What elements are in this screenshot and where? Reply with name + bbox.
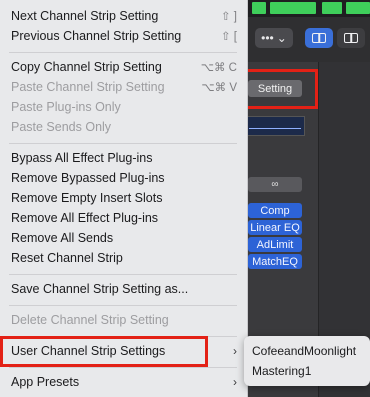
annotation-highlight-setting <box>237 69 318 109</box>
sidebar-view-icon <box>344 33 358 43</box>
plugin-slot-matcheq[interactable]: MatchEQ <box>248 254 302 269</box>
level-meter <box>252 2 266 14</box>
plugin-slot-adlimit[interactable]: AdLimit <box>248 237 302 252</box>
menu-item-save-setting-as[interactable]: Save Channel Strip Setting as... <box>0 279 247 299</box>
ellipsis-icon: ••• <box>261 31 274 45</box>
menu-item-reset-channel-strip[interactable]: Reset Channel Strip <box>0 248 247 268</box>
more-options-button[interactable]: ••• ⌄ <box>255 28 293 48</box>
split-view-icon <box>312 33 326 43</box>
menu-item-paste-setting: Paste Channel Strip Setting ⌥⌘ V <box>11 80 237 94</box>
menu-separator <box>9 143 237 144</box>
link-icon: ∞ <box>271 179 279 190</box>
menu-item-paste-sends-only: Paste Sends Only <box>11 120 112 134</box>
level-meter <box>346 2 370 14</box>
submenu-item-cofeeandmoonlight[interactable]: CofeeandMoonlight <box>252 344 356 358</box>
chevron-down-icon: ⌄ <box>276 31 287 45</box>
plugin-slot-comp[interactable]: Comp <box>248 203 302 218</box>
menu-item-next-setting[interactable]: Next Channel Strip Setting ⇧ ] <box>0 6 247 26</box>
menu-item-remove-all-sends[interactable]: Remove All Sends <box>0 228 247 248</box>
menu-item-copy-setting[interactable]: Copy Channel Strip Setting ⌥⌘ C <box>0 57 247 77</box>
menu-separator <box>9 305 237 306</box>
menu-item-bypass-all-effects[interactable]: Bypass All Effect Plug-ins <box>0 148 247 168</box>
shortcut-label: ⇧ ] <box>220 11 237 23</box>
menu-item-paste-plugins-only: Paste Plug-ins Only <box>11 100 121 114</box>
plugin-slot-linear-eq[interactable]: Linear EQ <box>248 220 302 235</box>
shortcut-label: ⇧ [ <box>220 31 237 43</box>
menu-separator <box>9 367 237 368</box>
annotation-highlight-user-settings <box>0 336 208 367</box>
menu-separator <box>9 52 237 53</box>
chevron-right-icon: › <box>233 344 237 358</box>
shortcut-label: ⌥⌘ V <box>201 82 237 94</box>
menu-item-remove-all-effects[interactable]: Remove All Effect Plug-ins <box>0 208 247 228</box>
split-view-button[interactable] <box>305 28 333 48</box>
menu-item-remove-empty-slots[interactable]: Remove Empty Insert Slots <box>0 188 247 208</box>
menu-separator <box>9 274 237 275</box>
submenu-item-mastering1[interactable]: Mastering1 <box>252 364 311 378</box>
eq-curve <box>249 128 301 129</box>
level-meter <box>322 2 342 14</box>
eq-thumbnail[interactable] <box>245 116 305 136</box>
user-settings-submenu: CofeeandMoonlight Mastering1 <box>244 336 370 386</box>
shortcut-label: ⌥⌘ C <box>200 62 237 74</box>
menu-item-delete-setting: Delete Channel Strip Setting <box>11 313 169 327</box>
link-button[interactable]: ∞ <box>248 177 302 192</box>
alt-view-button[interactable] <box>337 28 365 48</box>
menu-item-previous-setting[interactable]: Previous Channel Strip Setting ⇧ [ <box>0 26 247 46</box>
chevron-right-icon: › <box>233 375 237 389</box>
level-meter <box>270 2 316 14</box>
menu-item-app-presets[interactable]: App Presets › <box>0 372 247 392</box>
menu-item-remove-bypassed[interactable]: Remove Bypassed Plug-ins <box>0 168 247 188</box>
